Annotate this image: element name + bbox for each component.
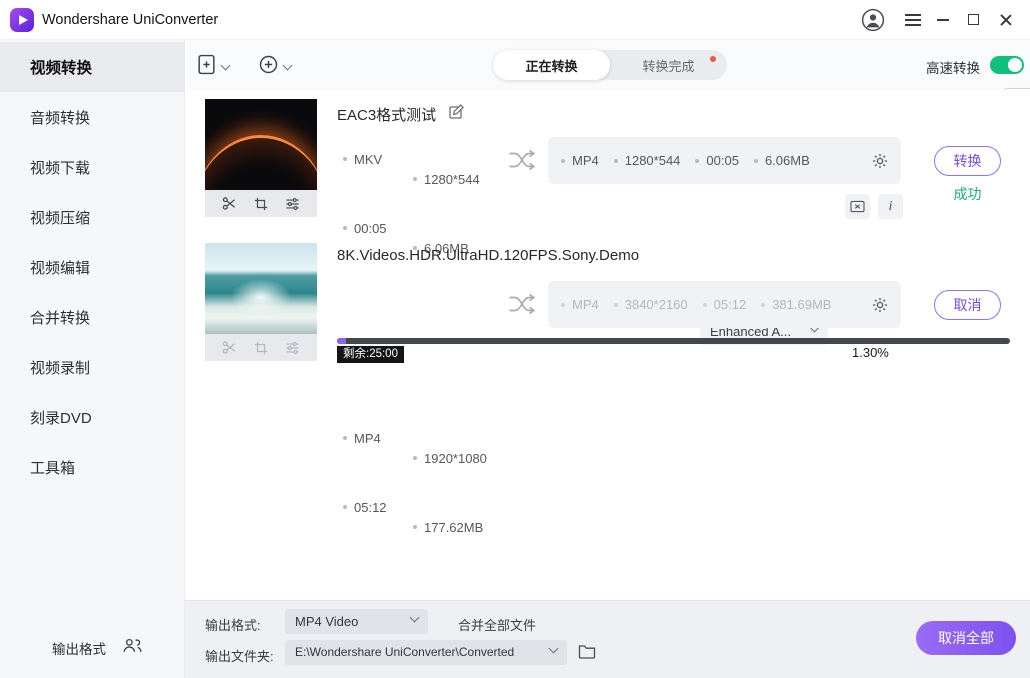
sidebar-item-audio-convert[interactable]: 音频转换 [0, 92, 185, 142]
task2-source-format: MP4 [343, 428, 1030, 448]
high-speed-label: 高速转换 [926, 57, 980, 77]
app-logo-icon [10, 8, 34, 32]
task1-output-duration: 00:05 [695, 153, 739, 168]
people-icon [122, 637, 143, 659]
merge-all-label: 合并全部文件 [458, 615, 536, 634]
tab-converting[interactable]: 正在转换 [493, 50, 610, 80]
sidebar-nav: 视频转换 音频转换 视频下载 视频压缩 视频编辑 合并转换 视频录制 刻录DVD… [0, 42, 185, 492]
trim-icon[interactable] [222, 196, 237, 211]
add-circle-icon [258, 54, 279, 80]
task1-output-format: MP4 [561, 153, 599, 168]
task1-output-summary: MP4 1280*544 00:05 6.06MB [548, 137, 901, 184]
close-button[interactable] [1000, 14, 1012, 26]
menu-icon[interactable] [905, 19, 921, 21]
task2-output-summary: MP4 3840*2160 05:12 381.69MB [548, 281, 901, 328]
sidebar-item-burn-dvd[interactable]: 刻录DVD [0, 392, 185, 442]
tab-finished[interactable]: 转换完成 [610, 50, 727, 80]
chevron-down-icon [221, 61, 231, 71]
tab-converting-label: 正在转换 [525, 56, 577, 75]
task2-output-resolution: 3840*2160 [614, 297, 688, 312]
settings-gear-icon[interactable] [872, 297, 888, 313]
sidebar-item-screen-record[interactable]: 视频录制 [0, 342, 185, 392]
task1-thumbnail-art [205, 135, 317, 190]
crop-icon[interactable] [254, 341, 268, 355]
progress-percent: 1.30% [852, 345, 889, 360]
info-button[interactable]: i [878, 194, 903, 219]
task2-source-size: 177.62MB [413, 517, 1030, 537]
cancel-all-button[interactable]: 取消全部 [916, 621, 1016, 655]
task1-edit-toolbar [205, 190, 317, 217]
output-format-value: MP4 Video [285, 609, 428, 634]
effects-icon[interactable] [285, 197, 300, 211]
progress-fill [337, 338, 346, 344]
task1-output-size: 6.06MB [754, 153, 810, 168]
minimize-button[interactable] [937, 19, 949, 21]
account-avatar[interactable] [861, 8, 885, 32]
output-folder-label: 输出文件夹: [205, 646, 274, 665]
settings-gear-icon[interactable] [872, 153, 888, 169]
app-title: Wondershare UniConverter [42, 0, 218, 40]
task1-title-row: EAC3格式测试 [337, 103, 465, 125]
task2-source-resolution: 1920*1080 [413, 448, 1030, 468]
task1-source-duration: 00:05 [343, 218, 1030, 238]
convert-status-tabs: 正在转换 转换完成 [493, 50, 727, 80]
add-file-icon [196, 54, 217, 80]
trim-icon[interactable] [222, 340, 237, 355]
effects-icon[interactable] [285, 341, 300, 355]
sidebar-item-video-convert[interactable]: 视频转换 [0, 42, 185, 92]
progress-bar [337, 338, 1010, 344]
crop-icon[interactable] [254, 197, 268, 211]
sidebar-item-toolbox[interactable]: 工具箱 [0, 442, 185, 492]
sidebar-output-format-button[interactable]: 输出格式 [52, 630, 143, 666]
add-files-button[interactable] [196, 54, 229, 80]
tab-finished-label: 转换完成 [642, 56, 694, 75]
cancel-task-button[interactable]: 取消 [934, 290, 1001, 320]
task2-edit-toolbar [205, 334, 317, 361]
task2-thumbnail [205, 243, 317, 334]
output-folder-select[interactable]: E:\Wondershare UniConverter\Converted [285, 640, 567, 665]
convert-arrow-icon [508, 148, 536, 177]
output-format-label: 输出格式: [205, 615, 261, 634]
maximize-button[interactable] [968, 14, 979, 25]
output-folder-value: E:\Wondershare UniConverter\Converted [285, 640, 567, 665]
sidebar-item-merge-convert[interactable]: 合并转换 [0, 292, 185, 342]
task2-output-format: MP4 [561, 297, 599, 312]
task1-output-resolution: 1280*544 [614, 153, 681, 168]
open-folder-icon[interactable] [578, 644, 596, 659]
sidebar-item-video-edit[interactable]: 视频编辑 [0, 242, 185, 292]
chevron-down-icon [283, 61, 293, 71]
uniconverter-window: Wondershare UniConverter 视频转换 音频转换 视频下载 … [0, 0, 1030, 678]
notification-dot [710, 56, 716, 62]
convert-button[interactable]: 转换 [934, 146, 1001, 176]
rename-icon[interactable] [448, 103, 465, 125]
sidebar-output-format-label: 输出格式 [52, 638, 106, 658]
output-format-select[interactable]: MP4 Video [285, 609, 428, 634]
convert-arrow-icon [508, 292, 536, 321]
sidebar-item-video-download[interactable]: 视频下载 [0, 142, 185, 192]
task2-output-size: 381.69MB [761, 297, 831, 312]
task2-title: 8K.Videos.HDR.UltraHD.120FPS.Sony.Demo [337, 247, 639, 264]
add-from-device-button[interactable] [258, 54, 291, 80]
high-speed-toggle[interactable] [990, 56, 1024, 74]
task1-thumbnail [205, 99, 317, 190]
task1-status: 成功 [934, 184, 1001, 204]
task2-source-duration: 05:12 [343, 497, 1030, 517]
subtitle-preview-button[interactable] [845, 194, 870, 219]
task1-title: EAC3格式测试 [337, 104, 436, 125]
task2-title-row: 8K.Videos.HDR.UltraHD.120FPS.Sony.Demo [337, 247, 639, 264]
task2-output-duration: 05:12 [703, 297, 747, 312]
sidebar-item-video-compress[interactable]: 视频压缩 [0, 192, 185, 242]
time-remaining-badge: 剩余:25:00 [337, 346, 404, 363]
